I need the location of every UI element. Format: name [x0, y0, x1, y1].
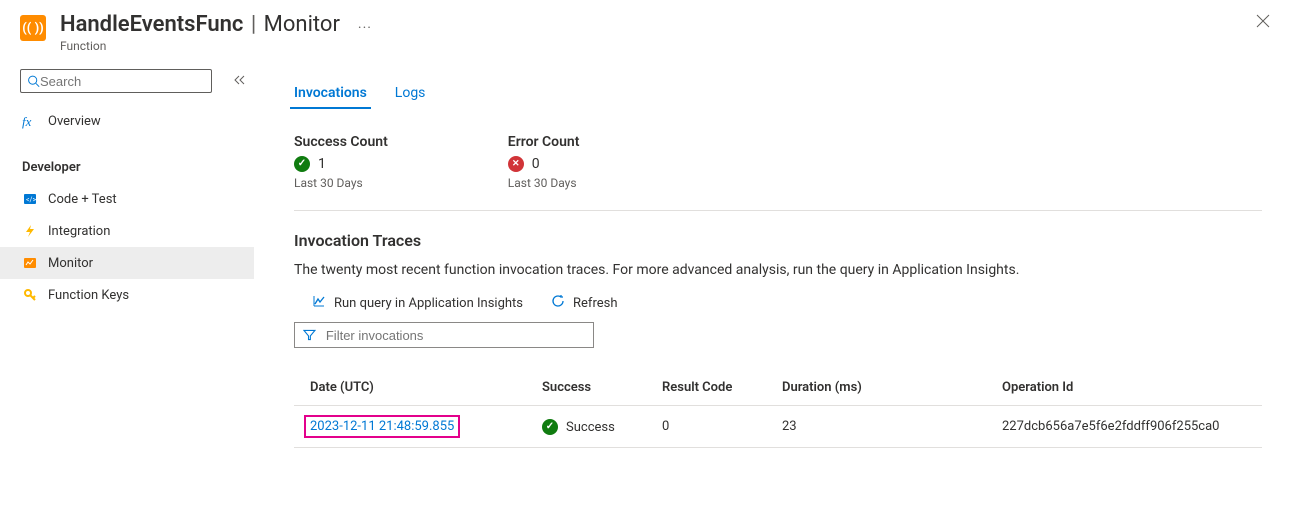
success-label: Success [566, 420, 615, 435]
nav-integration[interactable]: Integration [0, 215, 254, 247]
error-icon [508, 156, 524, 172]
nav-group-developer: Developer [0, 151, 254, 183]
chart-icon [312, 294, 326, 312]
close-button[interactable] [1256, 14, 1270, 31]
collapse-sidebar-button[interactable] [234, 74, 246, 88]
stat-error-note: Last 30 Days [508, 176, 580, 190]
sidebar-search-input[interactable] [40, 74, 205, 89]
col-success[interactable]: Success [534, 370, 654, 406]
col-date[interactable]: Date (UTC) [294, 370, 534, 406]
operation-id-cell: 227dcb656a7e5f6e2fddff906f255ca0 [994, 406, 1262, 448]
refresh-label: Refresh [573, 296, 617, 311]
sidebar-search[interactable] [20, 69, 212, 93]
nav-monitor[interactable]: Monitor [0, 247, 254, 279]
tab-logs[interactable]: Logs [395, 85, 426, 109]
sidebar: fx Overview Developer </> Code + Test In… [0, 61, 254, 507]
table-row[interactable]: 2023-12-11 21:48:59.855 Success 0 23 227… [294, 406, 1262, 448]
svg-text:</>: </> [26, 196, 36, 204]
stat-success-title: Success Count [294, 134, 388, 150]
col-result-code[interactable]: Result Code [654, 370, 774, 406]
table-header-row: Date (UTC) Success Result Code Duration … [294, 370, 1262, 406]
run-query-label: Run query in Application Insights [334, 296, 523, 311]
stat-success-value: 1 [318, 156, 326, 172]
nav-label: Overview [48, 114, 101, 129]
success-icon [294, 156, 310, 172]
main-content: Invocations Logs Success Count 1 Last 30… [254, 61, 1292, 507]
key-icon [22, 287, 38, 303]
duration-cell: 23 [774, 406, 994, 448]
traces-description: The twenty most recent function invocati… [294, 262, 1262, 278]
traces-toolbar: Run query in Application Insights Refres… [294, 294, 1262, 312]
refresh-icon [551, 294, 565, 312]
nav-code-test[interactable]: </> Code + Test [0, 183, 254, 215]
date-highlight-annotation: 2023-12-11 21:48:59.855 [304, 415, 460, 438]
col-operation-id[interactable]: Operation Id [994, 370, 1262, 406]
close-icon [1256, 14, 1270, 28]
col-duration[interactable]: Duration (ms) [774, 370, 994, 406]
overview-icon: fx [22, 113, 38, 129]
filter-icon [303, 328, 316, 342]
stat-success: Success Count 1 Last 30 Days [294, 134, 388, 190]
page-title: HandleEventsFunc | Monitor [60, 12, 340, 37]
chevron-double-left-icon [234, 75, 246, 85]
success-cell: Success [542, 419, 615, 435]
stat-error-title: Error Count [508, 134, 580, 150]
stat-error-value: 0 [532, 156, 540, 172]
stats-row: Success Count 1 Last 30 Days Error Count… [294, 134, 1262, 211]
more-actions-button[interactable]: ··· [358, 20, 372, 36]
filter-invocations[interactable] [294, 322, 594, 348]
run-query-button[interactable]: Run query in Application Insights [312, 294, 523, 312]
tabs: Invocations Logs [294, 85, 1262, 110]
traces-table: Date (UTC) Success Result Code Duration … [294, 370, 1262, 448]
stat-error: Error Count 0 Last 30 Days [508, 134, 580, 190]
function-resource-icon: (( )) [20, 15, 46, 41]
stat-success-note: Last 30 Days [294, 176, 388, 190]
svg-text:fx: fx [22, 114, 32, 129]
code-icon: </> [22, 191, 38, 207]
result-code-cell: 0 [654, 406, 774, 448]
tab-invocations[interactable]: Invocations [294, 85, 367, 109]
search-icon [27, 74, 40, 88]
resource-type-label: Function [60, 39, 340, 53]
header-title-block: HandleEventsFunc | Monitor Function [60, 12, 340, 53]
refresh-button[interactable]: Refresh [551, 294, 617, 312]
filter-input[interactable] [326, 328, 585, 343]
invocation-date-link[interactable]: 2023-12-11 21:48:59.855 [310, 419, 454, 434]
nav-label: Function Keys [48, 288, 129, 303]
nav-overview[interactable]: fx Overview [0, 105, 254, 137]
success-icon [542, 419, 558, 435]
resource-name: HandleEventsFunc [60, 12, 243, 37]
nav-label: Code + Test [48, 192, 117, 207]
traces-heading: Invocation Traces [294, 231, 1262, 250]
page-name: Monitor [264, 12, 340, 37]
monitor-icon [22, 255, 38, 271]
nav-label: Monitor [48, 256, 93, 271]
nav-function-keys[interactable]: Function Keys [0, 279, 254, 311]
nav-label: Integration [48, 224, 110, 239]
page-header: (( )) HandleEventsFunc | Monitor Functio… [0, 0, 1292, 61]
title-separator: | [251, 12, 256, 37]
lightning-icon [22, 223, 38, 239]
